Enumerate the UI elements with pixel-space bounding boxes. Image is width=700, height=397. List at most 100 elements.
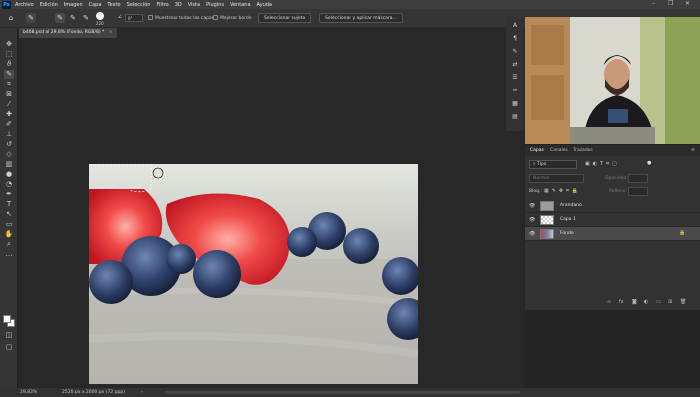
panel-menu-icon[interactable]: ≡ bbox=[691, 148, 695, 153]
menu-ayuda[interactable]: Ayuda bbox=[257, 2, 272, 8]
enhance-edge-label: Mejorar borde bbox=[220, 16, 252, 21]
visibility-eye-icon[interactable]: 👁 bbox=[529, 231, 535, 237]
history-brush-icon[interactable]: ↺ bbox=[4, 140, 14, 149]
marquee-icon[interactable]: ⬚ bbox=[4, 50, 14, 59]
select-and-mask-button[interactable]: Seleccionar y aplicar máscara... bbox=[319, 13, 403, 23]
shape-icon[interactable]: ▭ bbox=[4, 220, 14, 229]
lasso-icon[interactable]: ϑ bbox=[4, 60, 14, 69]
filter-kind-select[interactable]: ⌕ Tipo bbox=[529, 160, 577, 169]
character-icon[interactable]: A bbox=[510, 21, 520, 30]
document-tab[interactable]: b468.psd al 29,8% (Fondo, RGB/8) * × bbox=[19, 28, 117, 38]
eraser-icon[interactable]: ◇ bbox=[4, 150, 14, 159]
layer-style-icon[interactable]: fx bbox=[619, 299, 624, 305]
delete-layer-icon[interactable]: 🗑 bbox=[680, 299, 686, 305]
add-mask-icon[interactable]: ◙ bbox=[632, 299, 637, 305]
close-button[interactable]: ✕ bbox=[685, 0, 690, 7]
tab-capas[interactable]: Capas bbox=[530, 148, 544, 153]
visibility-eye-icon[interactable]: 👁 bbox=[529, 217, 535, 223]
maximize-button[interactable]: ❐ bbox=[668, 0, 673, 7]
home-icon[interactable]: ⌂ bbox=[6, 13, 16, 23]
menu-texto[interactable]: Texto bbox=[107, 2, 120, 8]
dodge-icon[interactable]: ◔ bbox=[4, 180, 14, 189]
search-icon: ⌕ bbox=[533, 162, 536, 167]
menu-ventana[interactable]: Ventana bbox=[230, 2, 251, 8]
status-bar: 29,83% 2520 px x 2000 px (72 ppp) › bbox=[0, 388, 700, 397]
quick-select-icon[interactable]: ✎ bbox=[4, 70, 14, 79]
healing-icon[interactable]: ✚ bbox=[4, 110, 14, 119]
adjustments-icon[interactable]: ✎ bbox=[510, 47, 520, 56]
quick-mask-icon[interactable]: ◫ bbox=[4, 331, 14, 340]
tools-panel: ✥ ⬚ ϑ ✎ ⌗ ⊠ ⁄ ✚ ✐ ⊥ ↺ ◇ ▥ ● ◔ ✒ T ↖ ▭ ✋ ⌕… ◫ ▢ bbox=[0, 28, 18, 388]
pen-icon[interactable]: ✒ bbox=[4, 190, 14, 199]
sample-all-layers-label: Muestrear todas las capas bbox=[155, 16, 215, 21]
new-layer-icon[interactable]: ⊞ bbox=[668, 299, 672, 305]
document-canvas[interactable] bbox=[89, 164, 418, 384]
gradient-icon[interactable]: ▥ bbox=[4, 160, 14, 169]
status-menu-icon[interactable]: › bbox=[141, 388, 143, 397]
menu-seleccion[interactable]: Selección bbox=[127, 2, 151, 8]
angle-field[interactable]: 0° bbox=[125, 14, 143, 22]
libraries-icon[interactable]: ☰ bbox=[510, 73, 520, 82]
path-select-icon[interactable]: ↖ bbox=[4, 210, 14, 219]
layer-name[interactable]: Fondo bbox=[560, 231, 574, 236]
zoom-icon[interactable]: ⌕ bbox=[4, 240, 14, 249]
menu-capa[interactable]: Capa bbox=[89, 2, 102, 8]
paragraph-icon[interactable]: ¶ bbox=[510, 34, 520, 43]
new-group-icon[interactable]: ▭ bbox=[656, 299, 661, 305]
properties-icon[interactable]: ⇄ bbox=[510, 60, 520, 69]
menu-plugins[interactable]: Plugins bbox=[206, 2, 224, 8]
layer-row-capa-1[interactable]: 👁 Capa 1 bbox=[525, 213, 700, 227]
filter-icons[interactable]: ▣◐T⌗▢ bbox=[585, 161, 620, 167]
menu-imagen[interactable]: Imagen bbox=[64, 2, 83, 8]
foreground-color-swatch[interactable] bbox=[3, 315, 11, 323]
hand-icon[interactable]: ✋ bbox=[4, 230, 14, 239]
menu-vista[interactable]: Vista bbox=[188, 2, 200, 8]
more-icon[interactable]: … bbox=[4, 250, 14, 259]
close-tab-icon[interactable]: × bbox=[109, 30, 113, 35]
layer-name[interactable]: Arandano bbox=[560, 203, 582, 208]
tab-canales[interactable]: Canales bbox=[550, 148, 568, 153]
menu-archivo[interactable]: Archivo bbox=[15, 2, 34, 8]
minimize-button[interactable]: – bbox=[652, 0, 655, 7]
move-icon[interactable]: ✥ bbox=[4, 40, 14, 49]
photo-image bbox=[89, 164, 418, 384]
blend-mode-select[interactable]: Normal bbox=[529, 174, 584, 183]
filter-toggle-icon[interactable]: ● bbox=[647, 160, 651, 166]
type-icon[interactable]: T bbox=[4, 200, 14, 209]
enhance-edge-checkbox[interactable]: Mejorar borde bbox=[213, 15, 252, 21]
link-layers-icon[interactable]: ∞ bbox=[607, 299, 611, 305]
layer-name[interactable]: Capa 1 bbox=[560, 217, 576, 222]
brushes-icon[interactable]: ✑ bbox=[510, 86, 520, 95]
brush-preview-icon[interactable] bbox=[96, 12, 104, 20]
subtract-selection-icon[interactable]: ✎ bbox=[81, 13, 91, 23]
eyedropper-icon[interactable]: ⁄ bbox=[4, 100, 14, 109]
adjustment-layer-icon[interactable]: ◐ bbox=[644, 299, 648, 305]
history-icon[interactable]: ▤ bbox=[510, 112, 520, 121]
screen-mode-icon[interactable]: ▢ bbox=[4, 343, 14, 352]
lock-icons[interactable]: ▦✎✥⌗🔒 bbox=[544, 188, 581, 194]
layer-row-fondo[interactable]: 👁 Fondo 🔒 bbox=[525, 227, 700, 241]
visibility-eye-icon[interactable]: 👁 bbox=[529, 203, 535, 209]
layer-row-arandano[interactable]: 👁 Arandano bbox=[525, 199, 700, 213]
zoom-level[interactable]: 29,83% bbox=[20, 388, 37, 397]
frame-icon[interactable]: ⊠ bbox=[4, 90, 14, 99]
brush-icon[interactable]: ✐ bbox=[4, 120, 14, 129]
add-selection-icon[interactable]: ✎ bbox=[68, 13, 78, 23]
menu-edicion[interactable]: Edición bbox=[40, 2, 58, 8]
fill-field[interactable] bbox=[628, 187, 648, 196]
quick-select-preset-icon[interactable]: ✎ bbox=[26, 13, 36, 23]
select-subject-button[interactable]: Seleccionar sujeto bbox=[258, 13, 312, 23]
layer-thumbnail bbox=[540, 229, 554, 239]
menu-filtro[interactable]: Filtro bbox=[156, 2, 168, 8]
document-dimensions: 2520 px x 2000 px (72 ppp) bbox=[62, 390, 125, 395]
sample-all-layers-checkbox[interactable]: Muestrear todas las capas bbox=[148, 15, 214, 21]
horizontal-scrollbar[interactable] bbox=[165, 391, 520, 394]
opacity-field[interactable] bbox=[628, 174, 648, 183]
new-selection-icon[interactable]: ✎ bbox=[55, 13, 65, 23]
stamp-icon[interactable]: ⊥ bbox=[4, 130, 14, 139]
crop-icon[interactable]: ⌗ bbox=[4, 80, 14, 89]
blur-icon[interactable]: ● bbox=[4, 170, 14, 179]
tab-trazados[interactable]: Trazados bbox=[573, 148, 593, 153]
swatches-icon[interactable]: ▦ bbox=[510, 99, 520, 108]
menu-3d[interactable]: 3D bbox=[175, 2, 182, 8]
